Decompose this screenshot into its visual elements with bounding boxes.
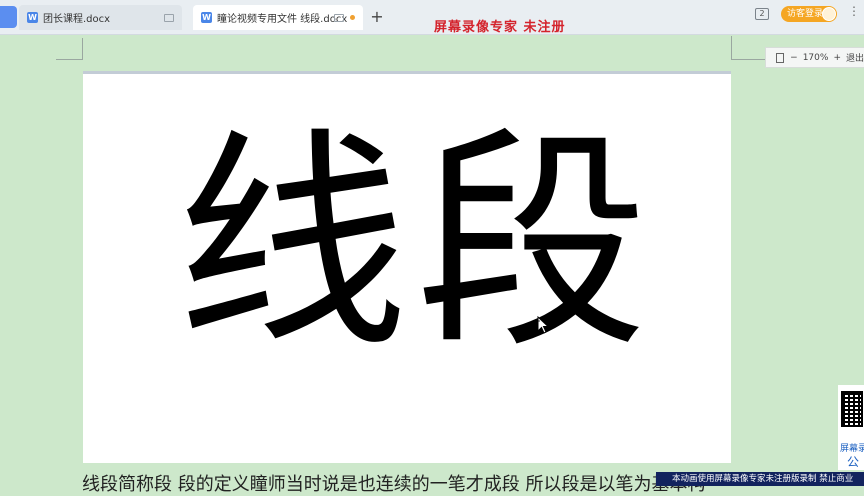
word-doc-icon: W xyxy=(27,12,38,23)
zoom-in-button[interactable]: + xyxy=(833,53,841,63)
tab-bar: W 团长课程.docx W 瞳论视频专用文件 线段.docx + 2 访客登录 … xyxy=(0,0,864,35)
crop-mark xyxy=(82,38,83,60)
visitor-login-button[interactable]: 访客登录 xyxy=(781,6,837,22)
zoom-out-button[interactable]: − xyxy=(790,53,798,63)
crop-mark xyxy=(56,59,82,60)
zoom-level[interactable]: 170% xyxy=(803,53,829,63)
monitor-icon xyxy=(164,13,174,22)
avatar-icon xyxy=(822,7,836,21)
new-tab-button[interactable]: + xyxy=(369,7,385,27)
qr-label-secondary: 公 xyxy=(847,455,860,469)
unsaved-dot-icon xyxy=(350,15,355,20)
crop-mark xyxy=(731,36,732,60)
document-heading: 线段 xyxy=(176,109,657,379)
recorder-banner: 本动画使用屏幕录像专家未注册版录制 禁止商业 xyxy=(656,472,864,486)
document-body-text: 线段简称段 段的定义瞳师当时说是也连续的一笔才成段 所以段是以笔为基本构 xyxy=(82,474,706,495)
qr-widget[interactable]: 屏幕录 公 xyxy=(838,385,864,470)
window-count-badge[interactable]: 2 xyxy=(755,8,769,20)
monitor-icon xyxy=(334,13,344,22)
home-button[interactable] xyxy=(0,6,17,28)
zoom-controls: − 170% + 退出 xyxy=(765,47,864,68)
recorder-watermark: 屏幕录像专家 未注册 xyxy=(434,20,566,35)
tab-title: 瞳论视频专用文件 线段.docx xyxy=(217,14,348,25)
document-page[interactable]: 线段 xyxy=(83,71,731,463)
fit-page-icon[interactable] xyxy=(776,52,785,63)
exit-button[interactable]: 退出 xyxy=(846,51,864,64)
tab-title: 团长课程.docx xyxy=(43,14,111,25)
word-doc-icon: W xyxy=(201,12,212,23)
crop-mark xyxy=(731,59,765,60)
visitor-login-label: 访客登录 xyxy=(787,9,824,19)
qr-code-icon xyxy=(841,391,863,427)
more-menu-icon[interactable]: ⋮ xyxy=(848,4,860,18)
tab-document-2[interactable]: W 瞳论视频专用文件 线段.docx xyxy=(193,5,363,30)
tab-document-1[interactable]: W 团长课程.docx xyxy=(19,5,182,30)
mouse-cursor-icon xyxy=(537,316,550,334)
